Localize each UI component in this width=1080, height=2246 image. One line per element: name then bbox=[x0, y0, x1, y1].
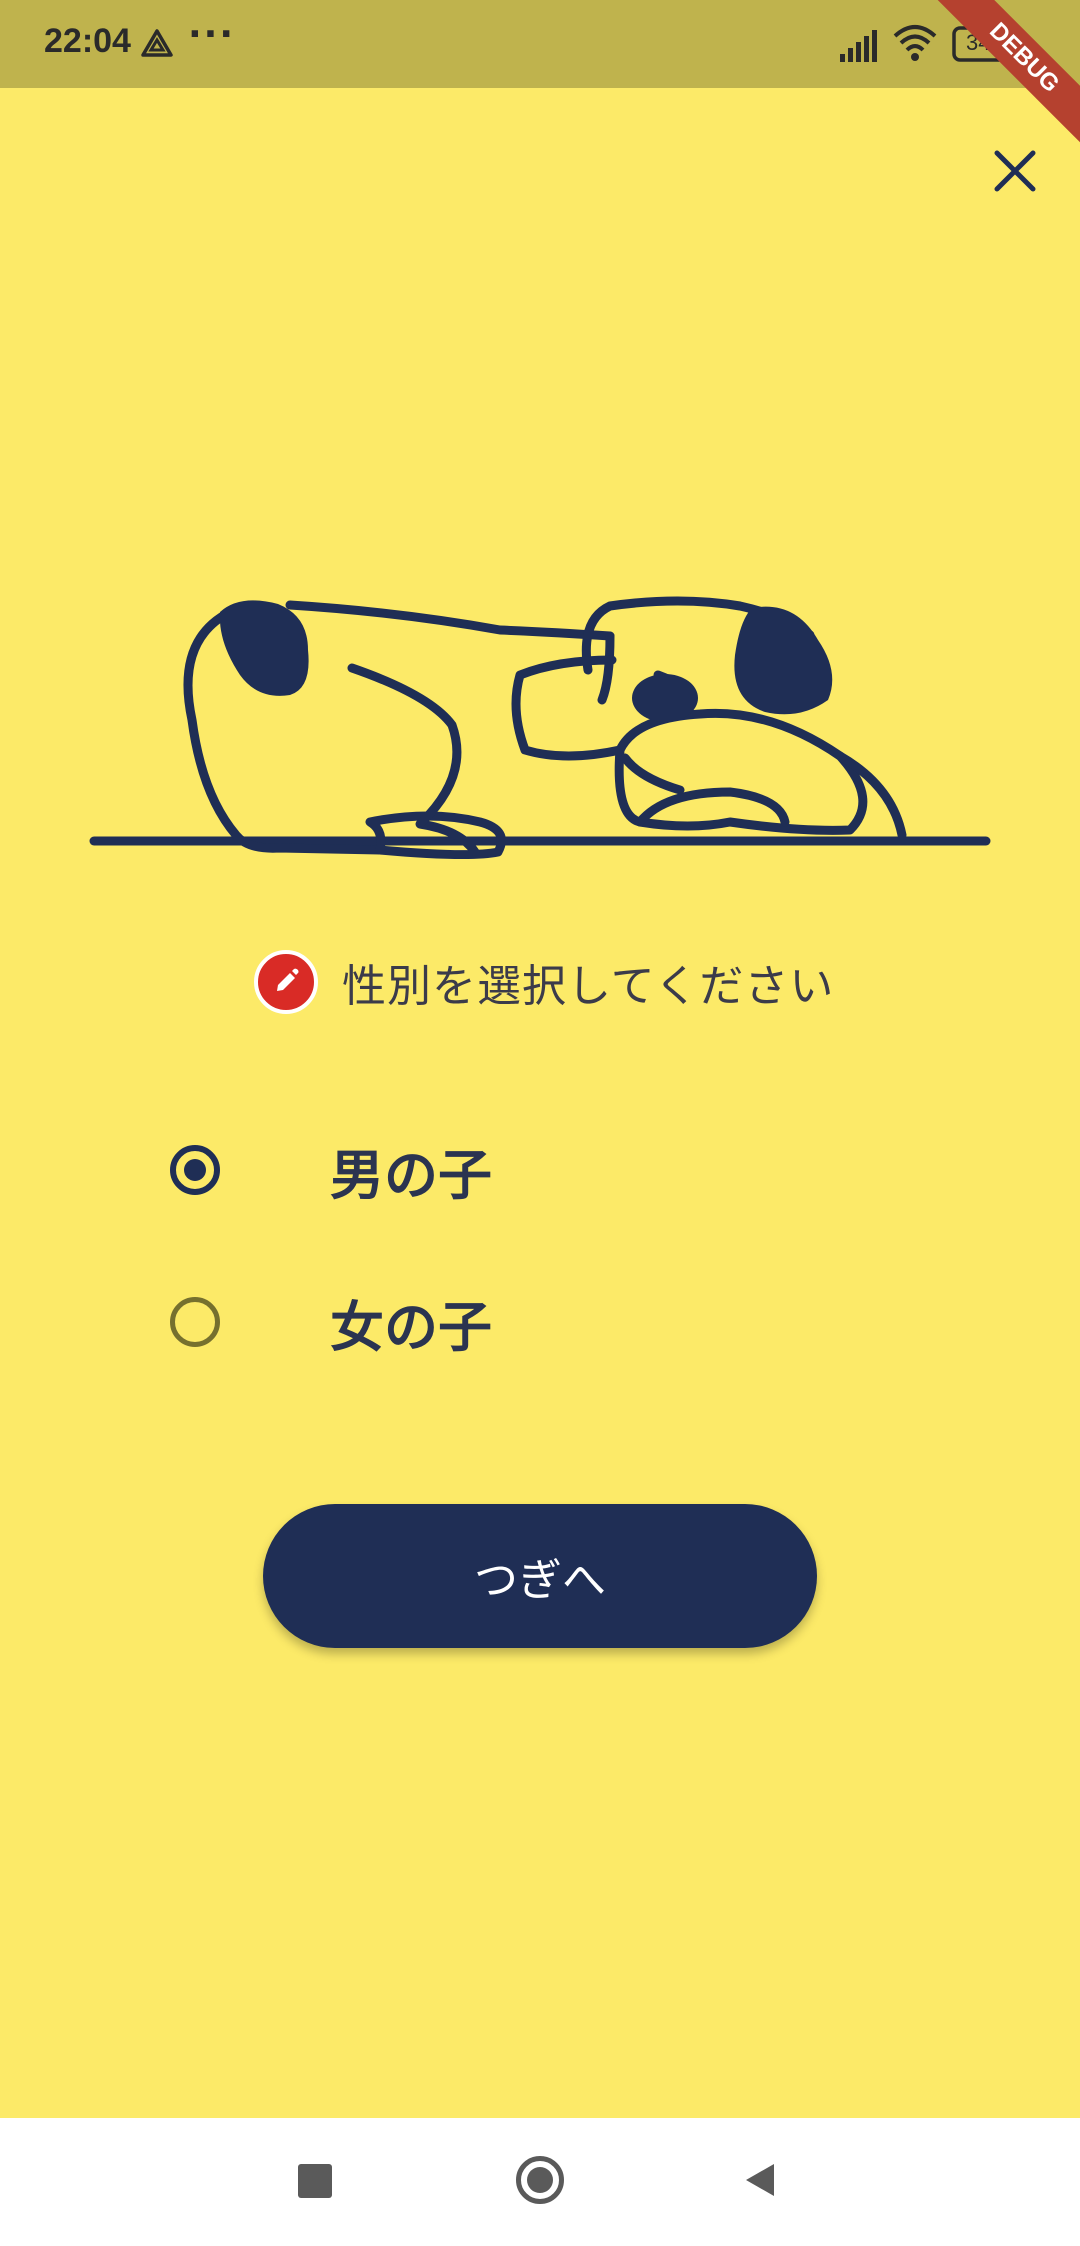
home-icon[interactable] bbox=[516, 2156, 564, 2204]
close-button[interactable] bbox=[980, 136, 1050, 206]
sleeping-dog-illustration bbox=[89, 596, 991, 860]
overflow-dots: ··· bbox=[188, 14, 236, 55]
signal-icon bbox=[840, 30, 877, 62]
recent-apps-icon[interactable] bbox=[298, 2164, 332, 2198]
gender-option-girl[interactable]: 女の子 bbox=[170, 1272, 870, 1372]
gender-option-label: 女の子 bbox=[330, 1295, 492, 1359]
next-button[interactable]: つぎへ bbox=[263, 1504, 817, 1648]
gender-option-boy[interactable]: 男の子 bbox=[170, 1120, 870, 1220]
close-icon bbox=[994, 150, 1036, 192]
prompt-row: 性別を選択してください bbox=[254, 946, 834, 1018]
pencil-icon bbox=[254, 950, 318, 1014]
radio-button-unselected[interactable] bbox=[170, 1297, 220, 1347]
radio-button-selected[interactable] bbox=[170, 1145, 220, 1195]
gender-option-label: 男の子 bbox=[330, 1143, 492, 1207]
status-time: 22:04 bbox=[44, 22, 131, 60]
back-icon[interactable] bbox=[742, 2160, 778, 2200]
drive-icon bbox=[141, 29, 173, 57]
prompt-text: 性別を選択してください bbox=[342, 961, 835, 1012]
status-bar: 22:04 ··· 34 bbox=[0, 0, 1080, 88]
